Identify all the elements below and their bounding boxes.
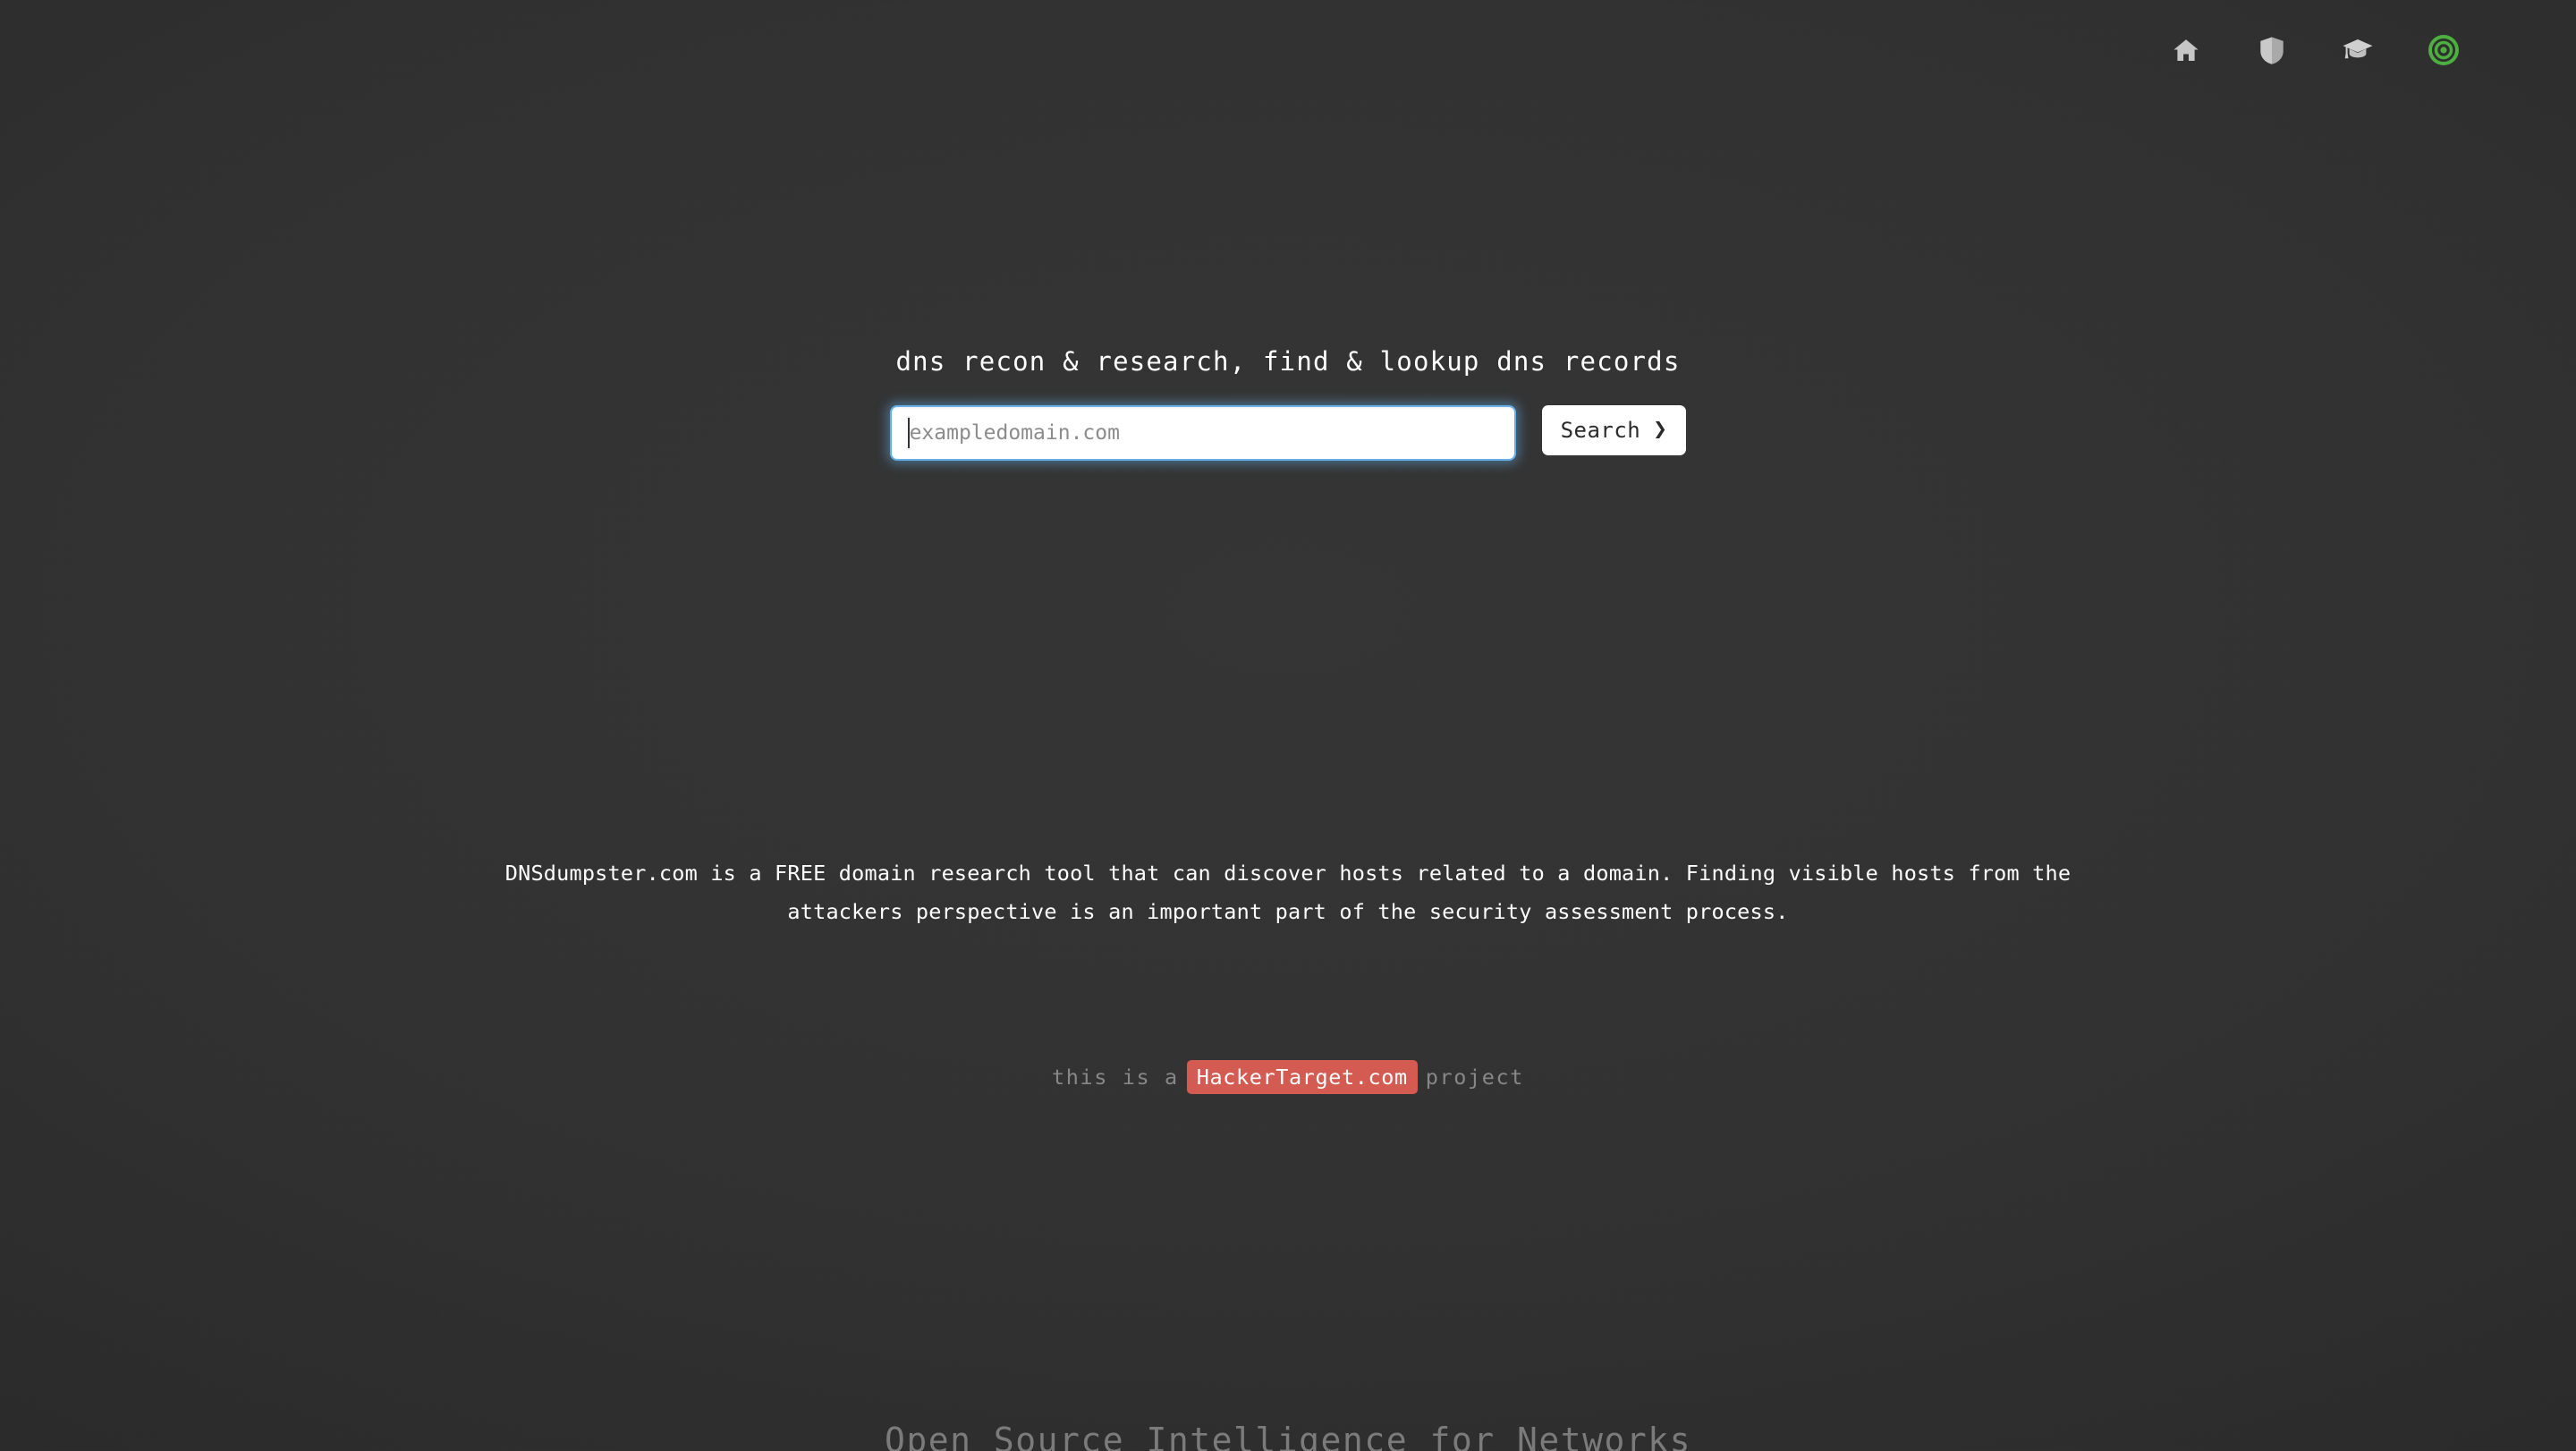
search-field-wrapper: [889, 404, 1516, 461]
search-form: Search ❯: [0, 404, 2576, 461]
search-button[interactable]: Search ❯: [1541, 404, 1687, 455]
project-credit-prefix: this is a: [1052, 1065, 1179, 1090]
description-line-1: DNSdumpster.com is a FREE domain researc…: [504, 861, 2072, 886]
project-credit-suffix: project: [1425, 1065, 1524, 1090]
search-input[interactable]: [889, 404, 1516, 461]
description-line-2: attackers perspective is an important pa…: [787, 899, 1789, 924]
hero-section: dns recon & research, find & lookup dns …: [0, 0, 2576, 461]
page-title: dns recon & research, find & lookup dns …: [895, 346, 1681, 377]
description-section: DNSdumpster.com is a FREE domain researc…: [0, 854, 2576, 931]
chevron-right-icon: ❯: [1653, 415, 1668, 443]
search-button-label: Search: [1560, 417, 1641, 443]
bottom-heading: Open Source Intelligence for Networks: [885, 1421, 1691, 1451]
project-credit: this is a HackerTarget.com project: [0, 1060, 2576, 1094]
hackertarget-link[interactable]: HackerTarget.com: [1186, 1060, 1418, 1094]
text-cursor: [907, 417, 910, 448]
